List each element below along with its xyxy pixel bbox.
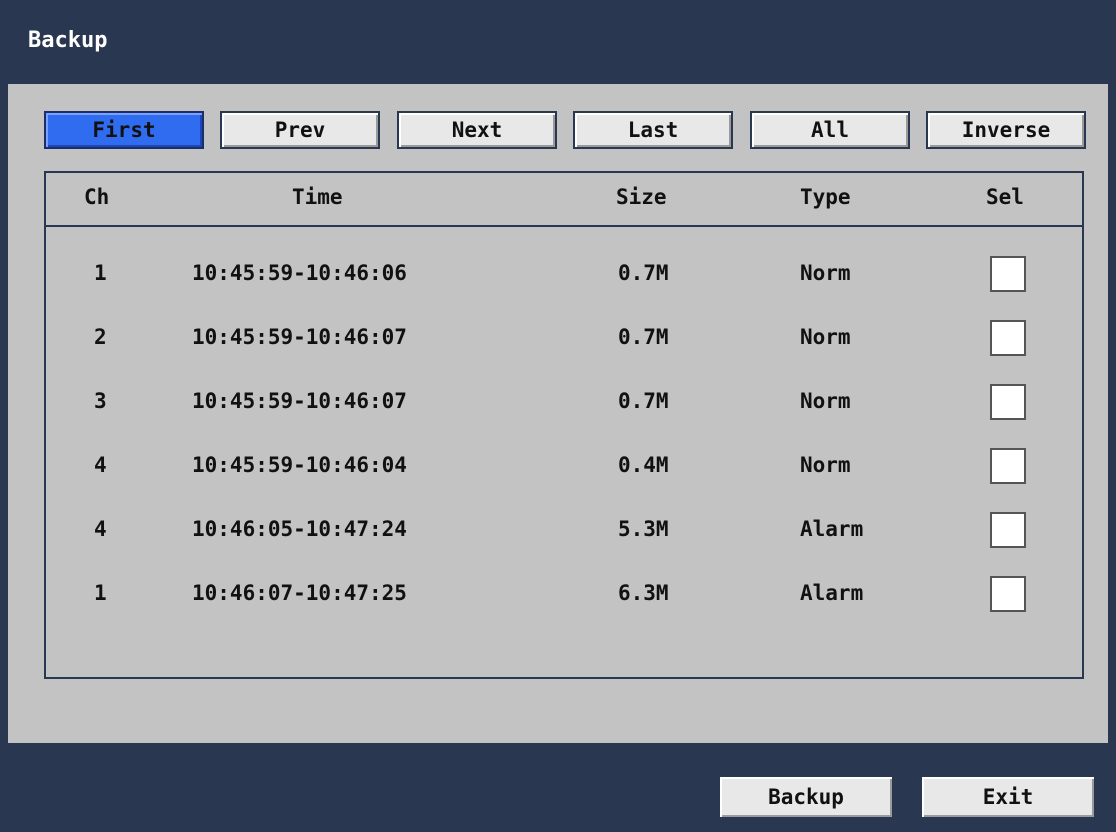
first-button[interactable]: First <box>44 111 204 149</box>
cell-type: Norm <box>800 389 851 413</box>
table-row[interactable]: 3 10:45:59-10:46:07 0.7M Norm <box>46 369 1082 433</box>
title-bar: Backup <box>0 0 1116 84</box>
select-checkbox[interactable] <box>990 512 1026 548</box>
cell-ch: 1 <box>94 581 107 605</box>
column-header-ch: Ch <box>84 185 110 209</box>
cell-time: 10:45:59-10:46:07 <box>192 325 407 349</box>
table-row[interactable]: 4 10:45:59-10:46:04 0.4M Norm <box>46 433 1082 497</box>
cell-time: 10:45:59-10:46:07 <box>192 389 407 413</box>
next-button[interactable]: Next <box>397 111 557 149</box>
content-panel: First Prev Next Last All Inverse Ch Time… <box>8 84 1108 743</box>
prev-button[interactable]: Prev <box>220 111 380 149</box>
cell-type: Alarm <box>800 517 864 541</box>
cell-ch: 1 <box>94 261 107 285</box>
cell-ch: 4 <box>94 453 107 477</box>
cell-type: Norm <box>800 325 851 349</box>
cell-time: 10:46:05-10:47:24 <box>192 517 407 541</box>
column-header-type: Type <box>800 185 851 209</box>
cell-ch: 4 <box>94 517 107 541</box>
footer-bar: Backup Exit <box>0 743 1116 832</box>
select-checkbox[interactable] <box>990 320 1026 356</box>
cell-ch: 2 <box>94 325 107 349</box>
select-checkbox[interactable] <box>990 448 1026 484</box>
cell-size: 0.7M <box>618 325 669 349</box>
cell-type: Norm <box>800 261 851 285</box>
select-checkbox[interactable] <box>990 384 1026 420</box>
backup-button[interactable]: Backup <box>718 775 894 819</box>
cell-time: 10:45:59-10:46:04 <box>192 453 407 477</box>
cell-size: 6.3M <box>618 581 669 605</box>
table-header: Ch Time Size Type Sel <box>46 173 1082 227</box>
table-row[interactable]: 1 10:45:59-10:46:06 0.7M Norm <box>46 241 1082 305</box>
column-header-sel: Sel <box>986 185 1024 209</box>
cell-ch: 3 <box>94 389 107 413</box>
cell-size: 5.3M <box>618 517 669 541</box>
cell-size: 0.7M <box>618 389 669 413</box>
window-title: Backup <box>28 28 108 53</box>
cell-type: Alarm <box>800 581 864 605</box>
select-checkbox[interactable] <box>990 576 1026 612</box>
table-row[interactable]: 4 10:46:05-10:47:24 5.3M Alarm <box>46 497 1082 561</box>
cell-size: 0.4M <box>618 453 669 477</box>
column-header-size: Size <box>616 185 667 209</box>
inverse-button[interactable]: Inverse <box>926 111 1086 149</box>
recordings-table: Ch Time Size Type Sel 1 10:45:59-10:46:0… <box>44 171 1084 679</box>
last-button[interactable]: Last <box>573 111 733 149</box>
cell-time: 10:46:07-10:47:25 <box>192 581 407 605</box>
table-row[interactable]: 2 10:45:59-10:46:07 0.7M Norm <box>46 305 1082 369</box>
backup-window: Backup First Prev Next Last All Inverse … <box>0 0 1116 832</box>
cell-time: 10:45:59-10:46:06 <box>192 261 407 285</box>
table-row[interactable]: 1 10:46:07-10:47:25 6.3M Alarm <box>46 561 1082 625</box>
column-header-time: Time <box>292 185 343 209</box>
select-checkbox[interactable] <box>990 256 1026 292</box>
all-button[interactable]: All <box>750 111 910 149</box>
cell-size: 0.7M <box>618 261 669 285</box>
exit-button[interactable]: Exit <box>920 775 1096 819</box>
cell-type: Norm <box>800 453 851 477</box>
